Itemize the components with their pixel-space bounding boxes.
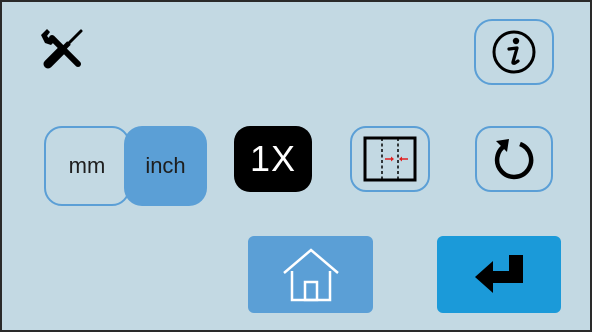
home-icon — [282, 247, 339, 301]
enter-button[interactable] — [437, 236, 561, 313]
wrench-screwdriver-icon[interactable] — [38, 26, 88, 72]
info-icon — [492, 30, 536, 74]
enter-arrow-icon — [475, 254, 523, 293]
zoom-button[interactable]: 1X — [234, 126, 312, 192]
zoom-label: 1X — [249, 138, 297, 179]
unit-toggle: mm inch — [44, 126, 207, 206]
unit-mm-option[interactable]: mm — [44, 126, 130, 206]
split-panel-icon — [363, 136, 417, 182]
split-view-button[interactable] — [350, 126, 430, 192]
info-button[interactable] — [474, 19, 554, 85]
home-button[interactable] — [248, 236, 373, 313]
unit-inch-option[interactable]: inch — [124, 126, 207, 206]
control-panel: mm inch 1X — [0, 0, 592, 332]
reset-button[interactable] — [475, 126, 553, 192]
rotate-reset-icon — [494, 139, 534, 180]
